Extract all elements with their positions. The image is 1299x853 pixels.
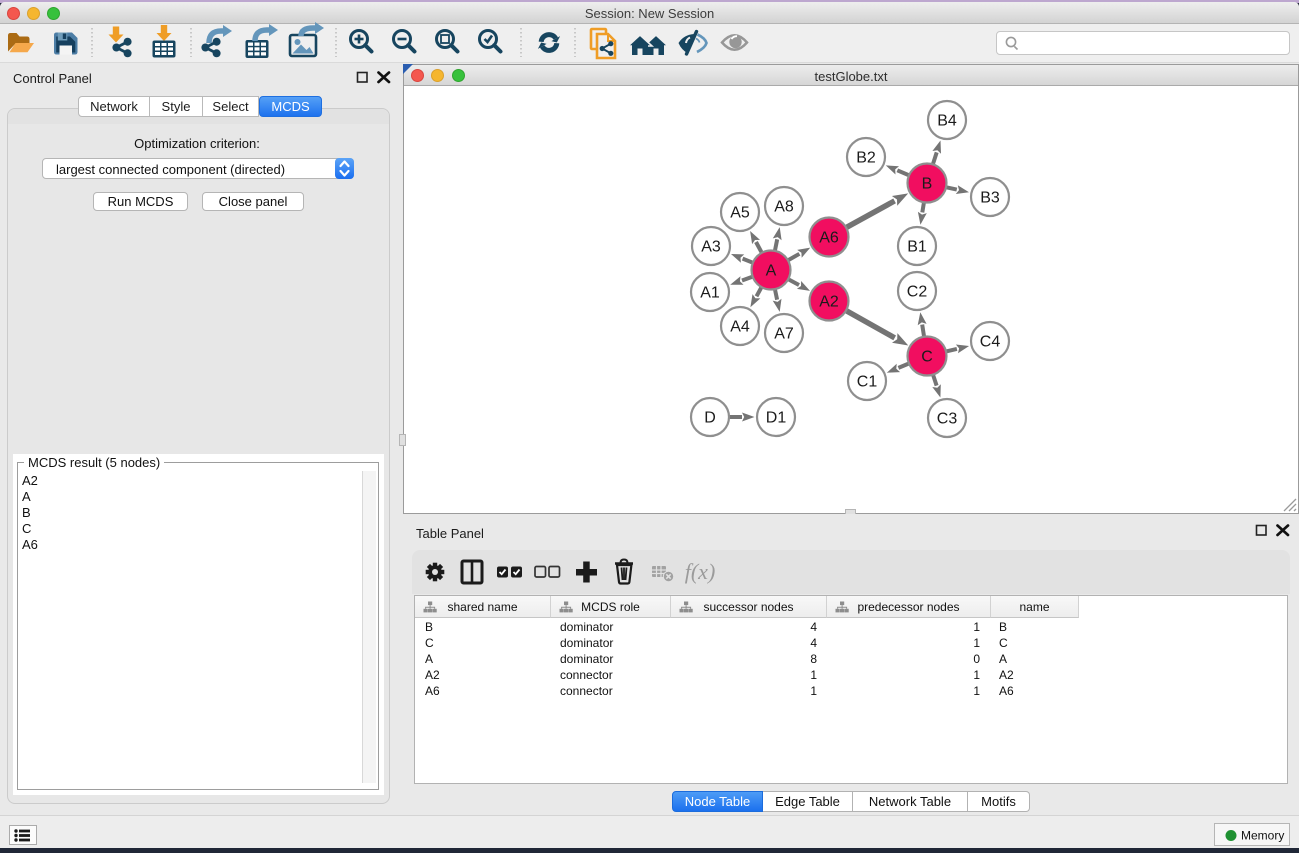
- svg-text:f(x): f(x): [685, 559, 716, 584]
- svg-text:A5: A5: [730, 205, 750, 222]
- svg-text:Memory: Memory: [1241, 829, 1284, 843]
- svg-text:A6: A6: [819, 230, 839, 247]
- svg-text:B: B: [922, 176, 933, 193]
- svg-text:A1: A1: [700, 285, 720, 302]
- svg-text:A3: A3: [701, 239, 721, 256]
- svg-text:B2: B2: [856, 150, 876, 167]
- svg-text:B4: B4: [937, 113, 957, 130]
- svg-text:C2: C2: [907, 284, 928, 301]
- svg-text:D1: D1: [766, 410, 787, 427]
- svg-text:A: A: [766, 263, 777, 280]
- svg-text:C4: C4: [980, 334, 1001, 351]
- svg-text:C1: C1: [857, 374, 878, 391]
- svg-text:B1: B1: [907, 239, 927, 256]
- svg-text:A8: A8: [774, 199, 794, 216]
- svg-text:A2: A2: [819, 294, 839, 311]
- svg-text:A7: A7: [774, 326, 794, 343]
- svg-text:C: C: [921, 349, 933, 366]
- svg-text:D: D: [704, 410, 716, 427]
- svg-text:B3: B3: [980, 190, 1000, 207]
- svg-text:C3: C3: [937, 411, 958, 428]
- svg-text:A4: A4: [730, 319, 750, 336]
